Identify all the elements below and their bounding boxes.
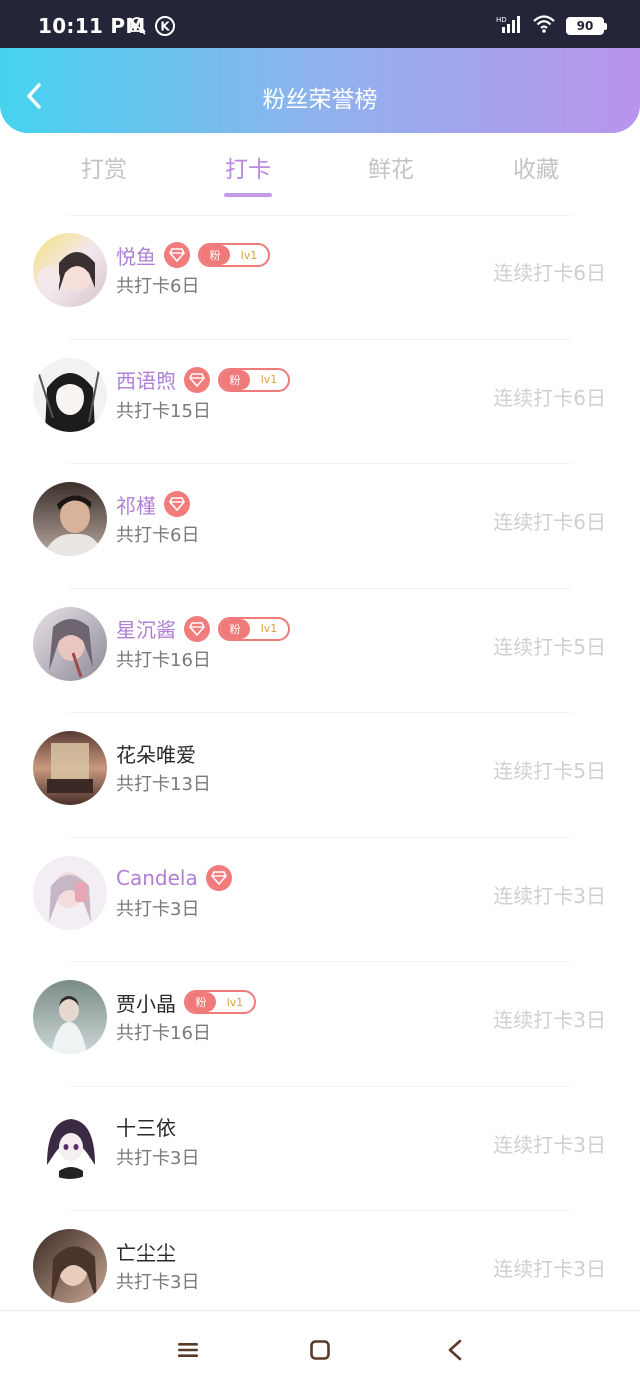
name-line: 西语煦 粉 lv1	[116, 365, 290, 395]
fan-name[interactable]: 花朵唯爱	[116, 739, 196, 768]
tab-bar: 打赏 打卡 鲜花 收藏	[0, 150, 640, 200]
streak-checkin: 连续打卡3日	[493, 1008, 606, 1032]
name-line: 十三依	[116, 1112, 176, 1142]
total-checkin: 共打卡13日	[116, 774, 211, 795]
fan-badge-tag: 粉	[186, 992, 216, 1012]
avatar[interactable]	[33, 482, 107, 556]
page-title: 粉丝荣誉榜	[262, 87, 378, 113]
name-line: 悦鱼 粉 lv1	[116, 240, 270, 270]
diamond-icon	[184, 615, 210, 642]
total-checkin: 共打卡3日	[116, 1147, 200, 1169]
battery-indicator: 90	[566, 17, 607, 35]
streak-checkin: 连续打卡6日	[493, 510, 606, 534]
status-bar: 10:11 PM K HD 90	[0, 0, 640, 48]
fan-name[interactable]: Candela	[116, 866, 198, 890]
svg-text:HD: HD	[496, 16, 507, 24]
streak-checkin: 连续打卡6日	[493, 261, 606, 285]
diamond-icon	[184, 366, 210, 393]
diamond-icon	[164, 491, 190, 517]
tab-active-indicator	[224, 193, 272, 197]
name-line: 贾小晶 粉 lv1	[116, 987, 256, 1017]
list-item[interactable]: 花朵唯爱 共打卡13日 连续打卡5日	[0, 713, 640, 838]
home-square-icon[interactable]	[305, 1335, 335, 1365]
streak-checkin: 连续打卡3日	[493, 1132, 606, 1157]
total-checkin: 共打卡15日	[116, 400, 211, 422]
list-item[interactable]: 十三依 共打卡3日 连续打卡3日	[0, 1087, 640, 1212]
total-checkin: 共打卡3日	[116, 898, 200, 920]
fan-badge-tag: 粉	[220, 369, 250, 390]
avatar[interactable]	[33, 980, 107, 1054]
fan-name[interactable]: 西语煦	[116, 365, 176, 394]
wifi-icon	[532, 14, 556, 38]
tab-checkin-label: 打卡	[225, 157, 271, 183]
avatar[interactable]	[33, 606, 107, 681]
fan-name[interactable]: 星沉酱	[116, 614, 176, 643]
streak-checkin: 连续打卡5日	[493, 634, 606, 659]
mute-bell-icon	[126, 15, 148, 37]
name-line: Candela	[116, 863, 232, 893]
streak-checkin: 连续打卡3日	[493, 1257, 606, 1281]
total-checkin: 共打卡16日	[116, 649, 211, 671]
signal-icon: HD	[496, 14, 522, 38]
fan-badge-level: lv1	[226, 995, 244, 1009]
k-circle-icon: K	[154, 15, 176, 37]
fan-level-badge: 粉 lv1	[218, 616, 290, 641]
tab-flowers[interactable]: 鲜花	[341, 150, 441, 184]
name-line: 祁槿	[116, 489, 190, 519]
list-item[interactable]: 祁槿 共打卡6日 连续打卡6日	[0, 464, 640, 589]
fan-badge-level: lv1	[260, 622, 278, 635]
list-item[interactable]: 贾小晶 粉 lv1 共打卡16日 连续打卡3日	[0, 962, 640, 1087]
diamond-icon	[205, 864, 232, 891]
tab-reward[interactable]: 打赏	[54, 150, 154, 184]
avatar[interactable]	[33, 855, 107, 930]
avatar[interactable]	[33, 233, 107, 307]
page-header: 10:11 PM K HD 90 粉丝荣誉榜	[0, 0, 640, 133]
fan-level-badge: 粉 lv1	[184, 990, 256, 1014]
tab-checkin[interactable]: 打卡	[198, 150, 298, 197]
fan-badge-tag: 粉	[200, 245, 230, 265]
list-item[interactable]: 西语煦 粉 lv1 共打卡15日 连续打卡6日	[0, 340, 640, 465]
menu-icon[interactable]	[173, 1335, 203, 1365]
tab-favorites[interactable]: 收藏	[486, 150, 586, 184]
fan-badge-level: lv1	[240, 248, 258, 262]
name-line: 亡尘尘	[116, 1236, 176, 1266]
streak-checkin: 连续打卡5日	[493, 759, 606, 783]
name-line: 花朵唯爱	[116, 738, 196, 768]
avatar[interactable]	[33, 731, 107, 805]
diamond-icon	[164, 242, 190, 268]
fan-name[interactable]: 十三依	[116, 1112, 176, 1141]
fan-name[interactable]: 亡尘尘	[116, 1237, 176, 1266]
avatar[interactable]	[33, 357, 107, 432]
list-item[interactable]: 悦鱼 粉 lv1 共打卡6日 连续打卡6日	[0, 215, 640, 340]
fan-list: 悦鱼 粉 lv1 共打卡6日 连续打卡6日 西语煦 粉 lv1 共打卡15日 连续打…	[0, 215, 640, 1336]
total-checkin: 共打卡6日	[116, 276, 200, 297]
name-line: 星沉酱 粉 lv1	[116, 614, 290, 644]
fan-name[interactable]: 悦鱼	[116, 241, 156, 270]
total-checkin: 共打卡6日	[116, 525, 200, 546]
svg-text:K: K	[160, 20, 170, 34]
list-item[interactable]: Candela 共打卡3日 连续打卡3日	[0, 838, 640, 963]
fan-level-badge: 粉 lv1	[218, 367, 290, 392]
fan-badge-tag: 粉	[220, 618, 250, 639]
system-nav-bar	[0, 1310, 640, 1387]
total-checkin: 共打卡16日	[116, 1023, 211, 1044]
fan-badge-level: lv1	[260, 373, 278, 386]
avatar[interactable]	[33, 1229, 107, 1303]
fan-name[interactable]: 祁槿	[116, 490, 156, 519]
list-item[interactable]: 星沉酱 粉 lv1 共打卡16日 连续打卡5日	[0, 589, 640, 714]
streak-checkin: 连续打卡3日	[493, 883, 606, 908]
fan-name[interactable]: 贾小晶	[116, 988, 176, 1017]
total-checkin: 共打卡3日	[116, 1272, 200, 1293]
avatar[interactable]	[33, 1104, 107, 1179]
back-triangle-icon[interactable]	[440, 1335, 470, 1365]
streak-checkin: 连续打卡6日	[493, 385, 606, 410]
fan-level-badge: 粉 lv1	[198, 243, 270, 267]
